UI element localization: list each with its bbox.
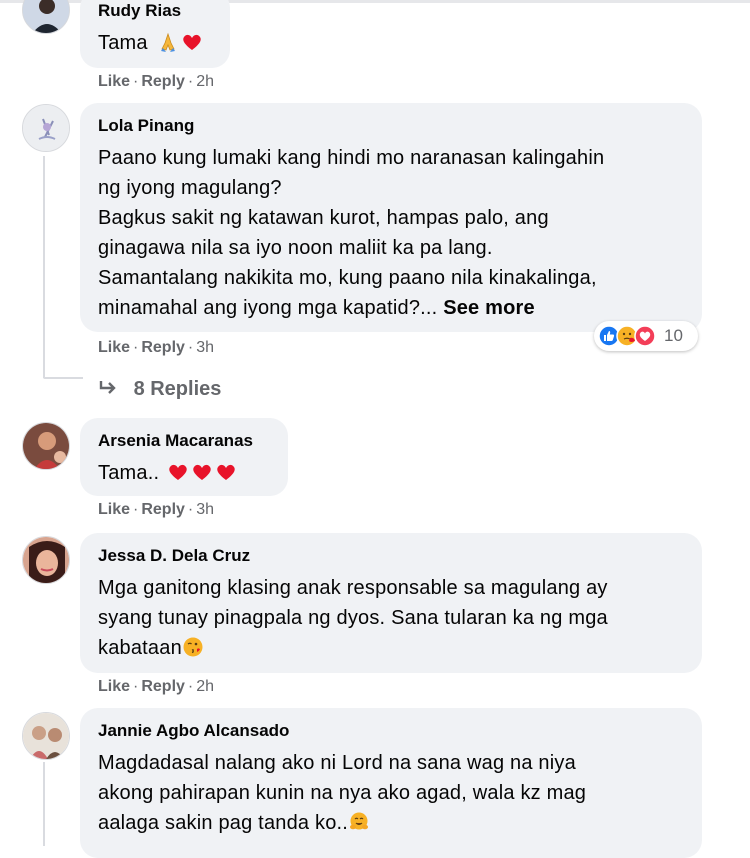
replies-count-label: 8 Replies: [133, 378, 222, 400]
love-reaction-icon: [634, 325, 656, 347]
like-button[interactable]: Like: [98, 678, 130, 695]
comment-actions: Like · Reply · 2h: [98, 73, 215, 90]
thread-line: [43, 156, 45, 378]
like-button[interactable]: Like: [98, 339, 130, 356]
comment-bubble: Rudy Rias Tama: [80, 0, 230, 68]
view-replies-link[interactable]: 8 Replies: [98, 376, 221, 404]
comment-bubble: Lola Pinang Paano kung lumaki kang hindi…: [80, 103, 702, 332]
hugging-face-icon: [348, 811, 370, 833]
avatar[interactable]: [22, 104, 70, 152]
like-button[interactable]: Like: [98, 73, 130, 90]
comment-actions: Like · Reply · 3h: [98, 339, 215, 356]
reaction-summary[interactable]: 10: [594, 321, 698, 351]
folded-hands-icon: [157, 31, 179, 53]
avatar[interactable]: [22, 712, 70, 760]
avatar[interactable]: [22, 536, 70, 584]
comment-bubble: Arsenia Macaranas Tama..: [80, 418, 288, 496]
comment-bubble: Jessa D. Dela Cruz Mga ganitong klasing …: [80, 533, 702, 673]
comment-timestamp[interactable]: 3h: [196, 339, 214, 356]
comment-text: Tama: [98, 32, 148, 54]
reply-button[interactable]: Reply: [141, 73, 185, 90]
kissing-face-icon: [182, 636, 204, 658]
comment-timestamp[interactable]: 2h: [196, 73, 214, 90]
comment-text: Tama..: [98, 462, 160, 484]
comment-author[interactable]: Rudy Rias: [98, 0, 212, 22]
comment-author[interactable]: Jessa D. Dela Cruz: [98, 545, 684, 567]
comment-author[interactable]: Lola Pinang: [98, 115, 684, 137]
reply-button[interactable]: Reply: [141, 678, 185, 695]
comment-actions: Like · Reply · 3h: [98, 501, 215, 518]
comment-timestamp[interactable]: 3h: [196, 501, 214, 518]
reaction-count: 10: [664, 326, 683, 345]
reply-button[interactable]: Reply: [141, 339, 185, 356]
comment-actions: Like · Reply · 2h: [98, 678, 215, 695]
heart-icon: [215, 461, 237, 483]
avatar[interactable]: [22, 0, 70, 34]
see-more-link[interactable]: See more: [443, 297, 535, 319]
comment-bubble: Jannie Agbo Alcansado Magdadasal nalang …: [80, 708, 702, 858]
reply-button[interactable]: Reply: [141, 501, 185, 518]
thread-line: [43, 762, 45, 846]
comment-text: Paano kung lumaki kang hindi mo naranasa…: [98, 147, 605, 319]
comment-author[interactable]: Jannie Agbo Alcansado: [98, 720, 684, 742]
comment-text: Mga ganitong klasing anak responsable sa…: [98, 577, 608, 659]
comment-text: Magdadasal nalang ako ni Lord na sana wa…: [98, 752, 587, 834]
heart-icon: [181, 31, 203, 53]
reply-arrow-icon: [98, 378, 120, 404]
like-button[interactable]: Like: [98, 501, 130, 518]
heart-icon: [167, 461, 189, 483]
thread-line-branch: [43, 377, 83, 379]
avatar[interactable]: [22, 422, 70, 470]
comment-timestamp[interactable]: 2h: [196, 678, 214, 695]
heart-icon: [191, 461, 213, 483]
comment-author[interactable]: Arsenia Macaranas: [98, 430, 270, 452]
